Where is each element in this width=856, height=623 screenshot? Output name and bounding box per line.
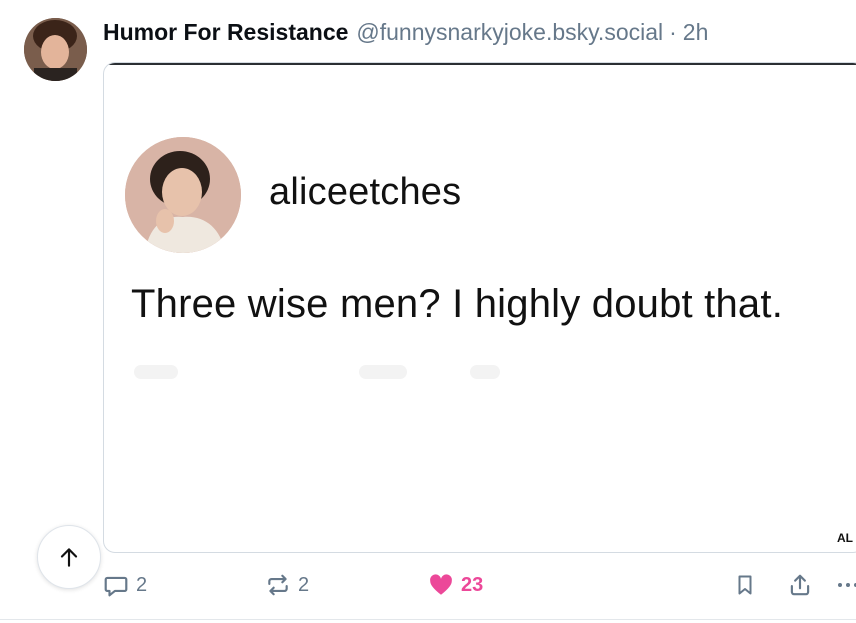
post-divider — [0, 619, 856, 620]
author-handle[interactable]: @funnysnarkyjoke.bsky.social — [356, 19, 663, 46]
share-button[interactable] — [787, 565, 813, 605]
embedded-username: aliceetches — [269, 171, 462, 213]
repost-count: 2 — [298, 573, 310, 596]
post-image-embed[interactable]: aliceetches Three wise men? I highly dou… — [103, 62, 856, 553]
more-icon — [838, 583, 856, 587]
faded-text-1 — [134, 365, 178, 379]
embedded-profile-photo — [125, 137, 241, 253]
post-timestamp[interactable]: 2h — [683, 19, 709, 46]
post-header: Humor For Resistance @funnysnarkyjoke.bs… — [103, 17, 708, 47]
heart-icon — [430, 574, 452, 595]
faded-text-3 — [470, 365, 500, 379]
reply-count: 2 — [136, 573, 148, 596]
like-button[interactable]: 23 — [428, 565, 483, 605]
faded-text-2 — [359, 365, 407, 379]
repost-button[interactable]: 2 — [265, 565, 309, 605]
reply-button[interactable]: 2 — [103, 565, 147, 605]
author-name[interactable]: Humor For Resistance — [103, 19, 348, 46]
separator-dot: · — [669, 18, 677, 45]
image-top-border — [104, 63, 856, 65]
embedded-profile-photo-image — [125, 137, 241, 253]
author-avatar-image — [24, 18, 87, 81]
bookmark-icon — [738, 575, 752, 595]
repost-icon — [268, 574, 288, 596]
bookmark-button[interactable] — [733, 565, 757, 605]
author-avatar[interactable] — [24, 18, 87, 81]
post-action-bar: 2 2 23 — [0, 565, 856, 605]
like-count: 23 — [461, 573, 484, 596]
share-icon — [790, 574, 810, 596]
reply-icon — [104, 576, 128, 597]
more-options-button[interactable] — [836, 565, 856, 605]
alt-text-badge[interactable]: AL — [831, 529, 856, 547]
embedded-quote-text: Three wise men? I highly doubt that. — [131, 282, 784, 326]
